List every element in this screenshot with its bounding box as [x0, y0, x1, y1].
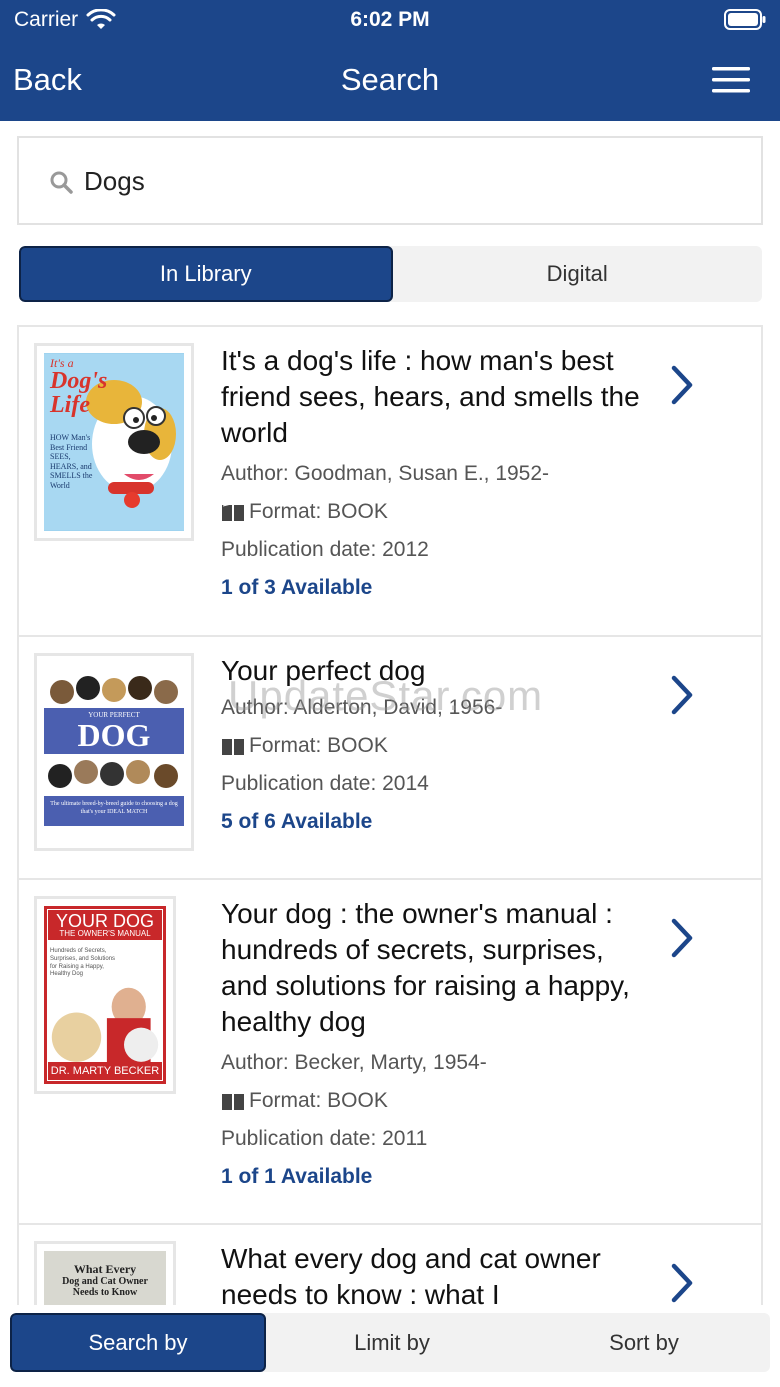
result-item[interactable]: YOUR DOG THE OWNER'S MANUAL Hundreds of …: [19, 880, 761, 1225]
result-author: Author: Alderton, David, 1956-: [221, 696, 503, 719]
search-icon: [50, 171, 73, 194]
chevron-right-icon[interactable]: [669, 675, 695, 715]
result-format-label: Format: BOOK: [249, 1089, 388, 1112]
result-info: What every dog and cat owner needs to kn…: [221, 1241, 641, 1305]
cover-text: Needs to Know: [72, 1287, 138, 1299]
page-title: Search: [340, 62, 440, 97]
cover-subtitle: Hundreds of Secrets, Surprises, and Solu…: [50, 948, 116, 978]
book-cover: It's a Dog's Life HOW Man's Best Friend …: [34, 343, 194, 541]
tab-sort-by[interactable]: Sort by: [518, 1313, 770, 1372]
result-format: Format: BOOK: [221, 1082, 641, 1120]
search-input[interactable]: [84, 162, 684, 200]
chevron-right-icon[interactable]: [669, 918, 695, 958]
cover-subtitle: HOW Man's Best Friend SEES, HEARS, and S…: [50, 433, 93, 490]
result-availability[interactable]: 5 of 6 Available: [221, 803, 641, 841]
result-info: Your perfect dog Author: Alderton, David…: [221, 653, 641, 841]
chevron-right-icon[interactable]: [669, 365, 695, 405]
result-info: It's a dog's life : how man's best frien…: [221, 343, 641, 607]
segment-in-library[interactable]: In Library: [19, 246, 393, 302]
result-pubdate: Publication date: 2014: [221, 772, 429, 795]
bottom-tab-bar: Search by Limit by Sort by: [10, 1313, 770, 1372]
result-format-label: Format: BOOK: [249, 734, 388, 757]
result-item[interactable]: It's a Dog's Life HOW Man's Best Friend …: [19, 327, 761, 637]
status-bar: Carrier 6:02 PM: [0, 0, 780, 40]
cover-text: DOG: [77, 717, 151, 753]
result-info: Your dog : the owner's manual : hundreds…: [221, 896, 641, 1196]
cover-text: What Every: [73, 1262, 137, 1276]
result-format-label: Format: BOOK: [249, 500, 388, 523]
chevron-right-icon[interactable]: [669, 1263, 695, 1303]
result-pubdate: Publication date: 2012: [221, 538, 429, 561]
collection-segmented-control: In Library Digital: [19, 246, 762, 302]
book-cover: YOUR PERFECT DOG The ultimate breed-by-b…: [34, 653, 194, 851]
segment-digital[interactable]: Digital: [393, 246, 763, 302]
result-author: Author: Becker, Marty, 1954-: [221, 1051, 487, 1074]
cover-text: Life: [50, 392, 90, 418]
result-item[interactable]: What Every Dog and Cat Owner Needs to Kn…: [19, 1225, 761, 1305]
status-time: 6:02 PM: [350, 8, 430, 31]
tab-search-by[interactable]: Search by: [10, 1313, 266, 1372]
navigation-bar: Back Search: [0, 46, 780, 116]
cover-text: Dog and Cat Owner: [62, 1276, 148, 1288]
book-icon: [222, 503, 244, 521]
cover-author: DR. MARTY BECKER: [48, 1062, 162, 1080]
app-header: Carrier 6:02 PM Back Search: [0, 0, 780, 121]
book-cover: What Every Dog and Cat Owner Needs to Kn…: [34, 1241, 176, 1305]
result-author: Author: Goodman, Susan E., 1952-: [221, 462, 550, 485]
result-availability[interactable]: 1 of 3 Available: [221, 569, 641, 607]
result-availability[interactable]: 1 of 1 Available: [221, 1158, 641, 1196]
cover-text: Dog's: [50, 368, 108, 394]
result-title: It's a dog's life : how man's best frien…: [221, 345, 640, 448]
results-list: It's a Dog's Life HOW Man's Best Friend …: [17, 325, 763, 1305]
result-title: Your perfect dog: [221, 655, 426, 686]
hamburger-menu-icon[interactable]: [712, 66, 750, 94]
cover-text: YOUR DOG: [55, 911, 154, 931]
book-cover: YOUR DOG THE OWNER'S MANUAL Hundreds of …: [34, 896, 176, 1094]
cover-text: THE OWNER'S MANUAL: [59, 929, 151, 938]
battery-icon: [724, 9, 766, 30]
result-item[interactable]: YOUR PERFECT DOG The ultimate breed-by-b…: [19, 637, 761, 880]
result-format: Format: BOOK: [221, 727, 641, 765]
result-title: What every dog and cat owner needs to kn…: [221, 1243, 601, 1305]
result-pubdate: Publication date: 2011: [221, 1127, 428, 1150]
book-icon: [222, 1094, 244, 1110]
book-icon: [222, 739, 244, 755]
result-title: Your dog : the owner's manual : hundreds…: [221, 898, 630, 1037]
dogs-photo: [51, 987, 159, 1064]
result-format: Format: BOOK: [221, 493, 641, 531]
tab-limit-by[interactable]: Limit by: [266, 1313, 518, 1372]
search-bar: [17, 136, 763, 225]
cover-subtitle: The ultimate breed-by-breed guide to cho…: [50, 801, 178, 815]
